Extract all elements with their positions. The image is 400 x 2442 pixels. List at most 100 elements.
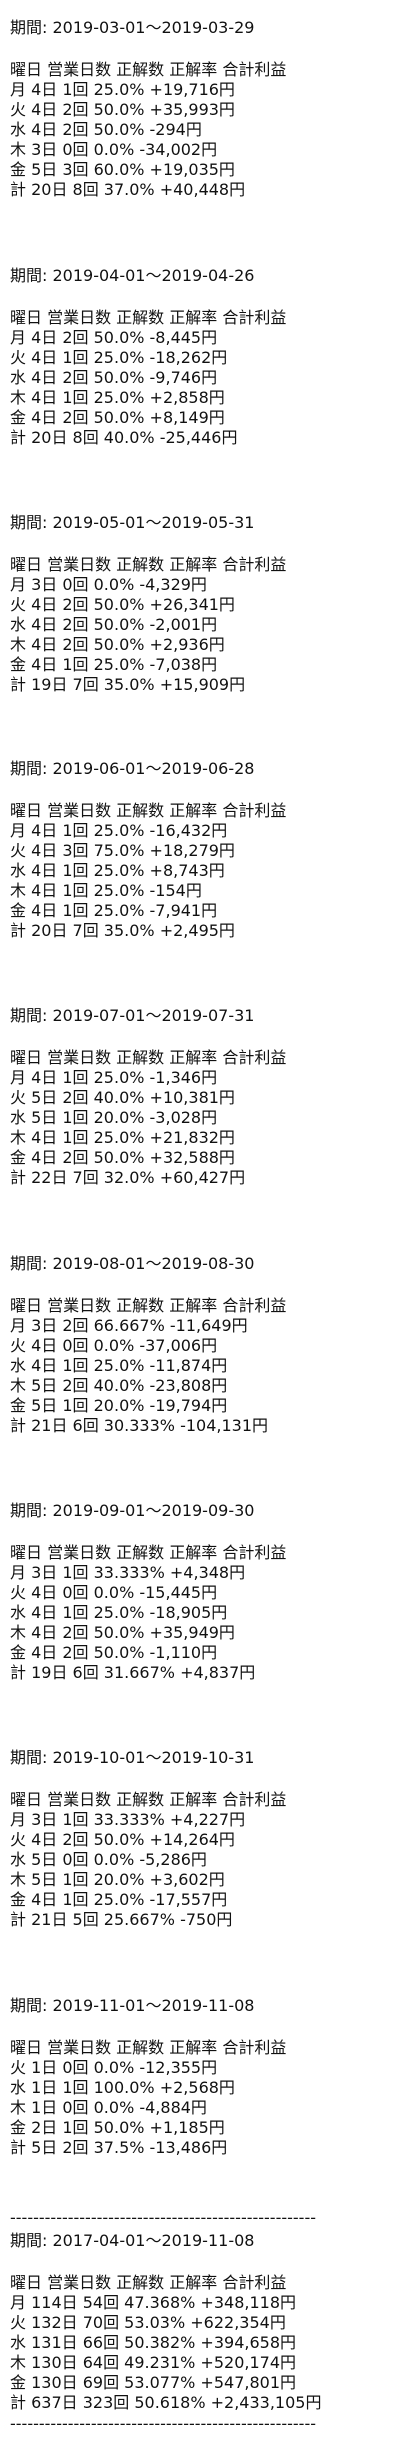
total-row: 計 22日 7回 32.0% +60,427円 xyxy=(10,1168,246,1187)
table-header: 曜日 営業日数 正解数 正解率 合計利益 xyxy=(10,2038,287,2057)
period-line: 期間: 2019-07-01～2019-07-31 xyxy=(10,1006,255,1025)
result-table: 曜日 営業日数 正解数 正解率 合計利益 月 3日 1回 33.333% +4,… xyxy=(10,1543,390,1683)
total-row: 計 637日 323回 50.618% +2,433,105円 xyxy=(10,2393,322,2412)
period-line: 期間: 2019-05-01～2019-05-31 xyxy=(10,513,255,532)
table-row: 金 4日 1回 25.0% -7,941円 xyxy=(10,901,218,920)
table-row: 火 4日 3回 75.0% +18,279円 xyxy=(10,841,235,860)
table-row: 水 4日 2回 50.0% -294円 xyxy=(10,120,202,139)
period-line: 期間: 2019-04-01～2019-04-26 xyxy=(10,266,255,285)
table-row: 水 4日 1回 25.0% -18,905円 xyxy=(10,1603,228,1622)
table-row: 金 2日 1回 50.0% +1,185円 xyxy=(10,2118,225,2137)
table-row: 木 5日 2回 40.0% -23,808円 xyxy=(10,1376,228,1395)
table-row: 木 1日 0回 0.0% -4,884円 xyxy=(10,2098,207,2117)
table-header: 曜日 営業日数 正解数 正解率 合計利益 xyxy=(10,555,287,574)
table-row: 木 130日 64回 49.231% +520,174円 xyxy=(10,2353,297,2372)
period-line: 期間: 2019-03-01～2019-03-29 xyxy=(10,18,255,37)
table-row: 水 4日 2回 50.0% -9,746円 xyxy=(10,368,218,387)
result-table: 曜日 営業日数 正解数 正解率 合計利益 月 3日 2回 66.667% -11… xyxy=(10,1296,390,1436)
table-row: 木 4日 1回 25.0% +2,858円 xyxy=(10,388,225,407)
table-row: 金 4日 2回 50.0% +8,149円 xyxy=(10,408,225,427)
table-row: 金 4日 1回 25.0% -17,557円 xyxy=(10,1890,228,1909)
table-row: 水 131日 66回 50.382% +394,658円 xyxy=(10,2333,297,2352)
table-row: 木 4日 1回 25.0% +21,832円 xyxy=(10,1128,235,1147)
table-row: 月 3日 1回 33.333% +4,227円 xyxy=(10,1810,246,1829)
table-row: 金 4日 2回 50.0% +32,588円 xyxy=(10,1148,235,1167)
period-line: 期間: 2019-11-01～2019-11-08 xyxy=(10,1996,255,2015)
table-row: 木 5日 1回 20.0% +3,602円 xyxy=(10,1870,225,1889)
summary-section: ----------------------------------------… xyxy=(10,2208,390,2413)
result-table: 曜日 営業日数 正解数 正解率 合計利益 月 114日 54回 47.368% … xyxy=(10,2273,390,2413)
total-row: 計 19日 6回 31.667% +4,837円 xyxy=(10,1663,256,1682)
table-row: 水 5日 0回 0.0% -5,286円 xyxy=(10,1850,207,1869)
table-header: 曜日 営業日数 正解数 正解率 合計利益 xyxy=(10,2273,287,2292)
table-header: 曜日 営業日数 正解数 正解率 合計利益 xyxy=(10,60,287,79)
table-row: 火 1日 0回 0.0% -12,355円 xyxy=(10,2058,218,2077)
table-row: 金 5日 1回 20.0% -19,794円 xyxy=(10,1396,228,1415)
result-table: 曜日 営業日数 正解数 正解率 合計利益 火 1日 0回 0.0% -12,35… xyxy=(10,2038,390,2158)
period-section: 期間: 2019-05-01～2019-05-31 曜日 営業日数 正解数 正解… xyxy=(10,512,390,695)
table-row: 火 4日 2回 50.0% +26,341円 xyxy=(10,595,235,614)
table-row: 木 3日 0回 0.0% -34,002円 xyxy=(10,140,218,159)
table-row: 水 5日 1回 20.0% -3,028円 xyxy=(10,1108,218,1127)
result-table: 曜日 営業日数 正解数 正解率 合計利益 月 3日 0回 0.0% -4,329… xyxy=(10,555,390,695)
total-row: 計 20日 7回 35.0% +2,495円 xyxy=(10,921,235,940)
table-row: 火 4日 2回 50.0% +35,993円 xyxy=(10,100,235,119)
result-table: 曜日 営業日数 正解数 正解率 合計利益 月 3日 1回 33.333% +4,… xyxy=(10,1790,390,1930)
table-header: 曜日 営業日数 正解数 正解率 合計利益 xyxy=(10,1790,287,1809)
total-row: 計 19日 7回 35.0% +15,909円 xyxy=(10,675,246,694)
period-line: 期間: 2019-10-01～2019-10-31 xyxy=(10,1748,255,1767)
period-line: 期間: 2019-06-01～2019-06-28 xyxy=(10,759,255,778)
period-section: 期間: 2019-10-01～2019-10-31 曜日 営業日数 正解数 正解… xyxy=(10,1747,390,1930)
table-row: 木 4日 2回 50.0% +2,936円 xyxy=(10,635,225,654)
table-row: 月 4日 1回 25.0% -1,346円 xyxy=(10,1068,218,1087)
period-section: 期間: 2019-07-01～2019-07-31 曜日 営業日数 正解数 正解… xyxy=(10,1005,390,1188)
total-row: 計 20日 8回 40.0% -25,446円 xyxy=(10,428,238,447)
table-row: 火 5日 2回 40.0% +10,381円 xyxy=(10,1088,235,1107)
table-row: 火 4日 2回 50.0% +14,264円 xyxy=(10,1830,235,1849)
table-row: 月 3日 0回 0.0% -4,329円 xyxy=(10,575,207,594)
table-row: 木 4日 1回 25.0% -154円 xyxy=(10,881,202,900)
table-row: 火 132日 70回 53.03% +622,354円 xyxy=(10,2313,286,2332)
period-line: 期間: 2019-08-01～2019-08-30 xyxy=(10,1254,255,1273)
table-row: 月 4日 1回 25.0% -16,432円 xyxy=(10,821,228,840)
table-row: 木 4日 2回 50.0% +35,949円 xyxy=(10,1623,235,1642)
period-section: 期間: 2019-09-01～2019-09-30 曜日 営業日数 正解数 正解… xyxy=(10,1500,390,1683)
period-line: 期間: 2017-04-01～2019-11-08 xyxy=(10,2231,255,2250)
table-row: 金 4日 2回 50.0% -1,110円 xyxy=(10,1643,218,1662)
table-header: 曜日 営業日数 正解数 正解率 合計利益 xyxy=(10,1048,287,1067)
total-row: 計 20日 8回 37.0% +40,448円 xyxy=(10,180,246,199)
table-row: 火 4日 0回 0.0% -15,445円 xyxy=(10,1583,218,1602)
period-line: 期間: 2019-09-01～2019-09-30 xyxy=(10,1501,255,1520)
table-row: 金 4日 1回 25.0% -7,038円 xyxy=(10,655,218,674)
total-row: 計 21日 6回 30.333% -104,131円 xyxy=(10,1416,269,1435)
table-header: 曜日 営業日数 正解数 正解率 合計利益 xyxy=(10,308,287,327)
result-table: 曜日 営業日数 正解数 正解率 合計利益 月 4日 1回 25.0% -1,34… xyxy=(10,1048,390,1188)
table-row: 水 4日 1回 25.0% -11,874円 xyxy=(10,1356,228,1375)
period-section: 期間: 2019-03-01～2019-03-29 曜日 営業日数 正解数 正解… xyxy=(10,17,390,200)
table-row: 水 4日 2回 50.0% -2,001円 xyxy=(10,615,218,634)
table-row: 水 1日 1回 100.0% +2,568円 xyxy=(10,2078,235,2097)
table-row: 火 4日 1回 25.0% -18,262円 xyxy=(10,348,228,367)
table-row: 月 4日 1回 25.0% +19,716円 xyxy=(10,80,235,99)
table-header: 曜日 営業日数 正解数 正解率 合計利益 xyxy=(10,1543,287,1562)
divider: ----------------------------------------… xyxy=(10,2414,316,2433)
period-section: 期間: 2019-04-01～2019-04-26 曜日 営業日数 正解数 正解… xyxy=(10,265,390,448)
table-header: 曜日 営業日数 正解数 正解率 合計利益 xyxy=(10,1296,287,1315)
table-row: 月 114日 54回 47.368% +348,118円 xyxy=(10,2293,297,2312)
table-row: 月 3日 2回 66.667% -11,649円 xyxy=(10,1316,248,1335)
total-row: 計 21日 5回 25.667% -750円 xyxy=(10,1910,233,1929)
period-section: 期間: 2019-08-01～2019-08-30 曜日 営業日数 正解数 正解… xyxy=(10,1253,390,1436)
period-section: 期間: 2019-06-01～2019-06-28 曜日 営業日数 正解数 正解… xyxy=(10,758,390,941)
table-row: 金 5日 3回 60.0% +19,035円 xyxy=(10,160,235,179)
period-section: 期間: 2019-11-01～2019-11-08 曜日 営業日数 正解数 正解… xyxy=(10,1995,390,2158)
result-table: 曜日 営業日数 正解数 正解率 合計利益 月 4日 1回 25.0% +19,7… xyxy=(10,60,390,200)
table-row: 月 3日 1回 33.333% +4,348円 xyxy=(10,1563,246,1582)
table-row: 金 130日 69回 53.077% +547,801円 xyxy=(10,2373,297,2392)
result-table: 曜日 営業日数 正解数 正解率 合計利益 月 4日 2回 50.0% -8,44… xyxy=(10,308,390,448)
table-row: 火 4日 0回 0.0% -37,006円 xyxy=(10,1336,218,1355)
table-header: 曜日 営業日数 正解数 正解率 合計利益 xyxy=(10,801,287,820)
divider: ----------------------------------------… xyxy=(10,2208,316,2227)
total-row: 計 5日 2回 37.5% -13,486円 xyxy=(10,2138,228,2157)
table-row: 月 4日 2回 50.0% -8,445円 xyxy=(10,328,218,347)
result-table: 曜日 営業日数 正解数 正解率 合計利益 月 4日 1回 25.0% -16,4… xyxy=(10,801,390,941)
